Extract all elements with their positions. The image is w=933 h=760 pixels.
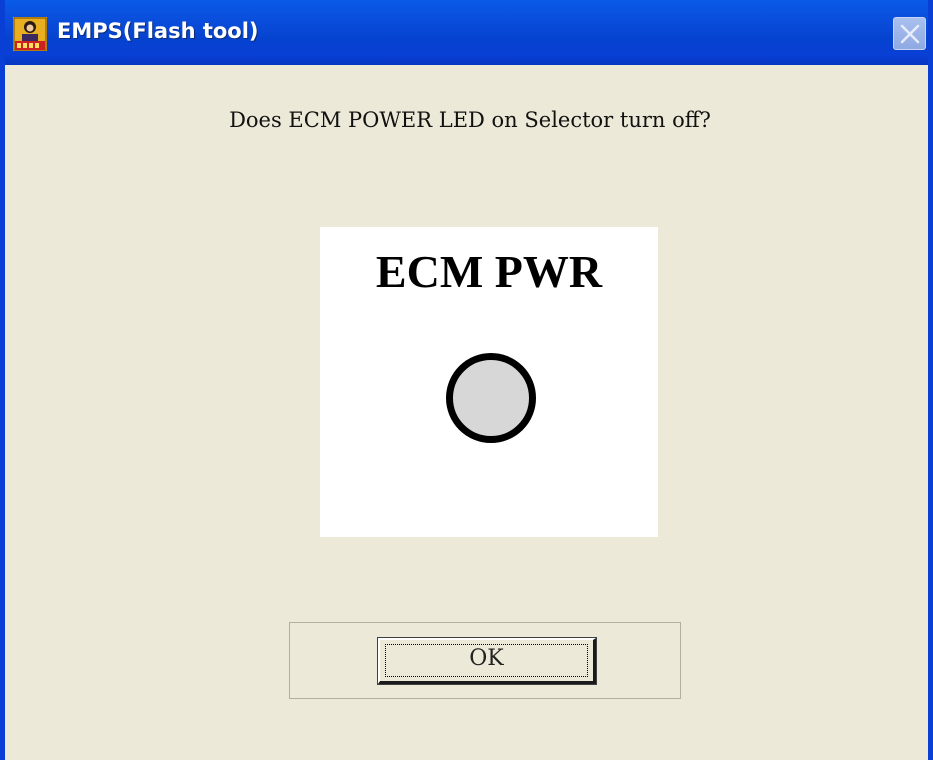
title-bar[interactable]: EMPS(Flash tool) [5, 0, 928, 65]
led-indicator-panel: ECM PWR [320, 227, 658, 537]
window-title: EMPS(Flash tool) [57, 19, 259, 43]
dialog-body: Does ECM POWER LED on Selector turn off?… [5, 65, 928, 760]
ok-button[interactable]: OK [377, 637, 597, 685]
button-group-frame: OK [289, 622, 681, 699]
close-icon [900, 24, 920, 44]
close-button[interactable] [893, 17, 926, 50]
ok-button-label: OK [469, 646, 504, 671]
dialog-window: EMPS(Flash tool) Does ECM POWER LED on S… [0, 0, 933, 760]
ecm-power-led-icon [446, 353, 536, 443]
app-icon [13, 17, 47, 51]
question-text: Does ECM POWER LED on Selector turn off? [229, 108, 711, 132]
led-label: ECM PWR [375, 246, 603, 297]
